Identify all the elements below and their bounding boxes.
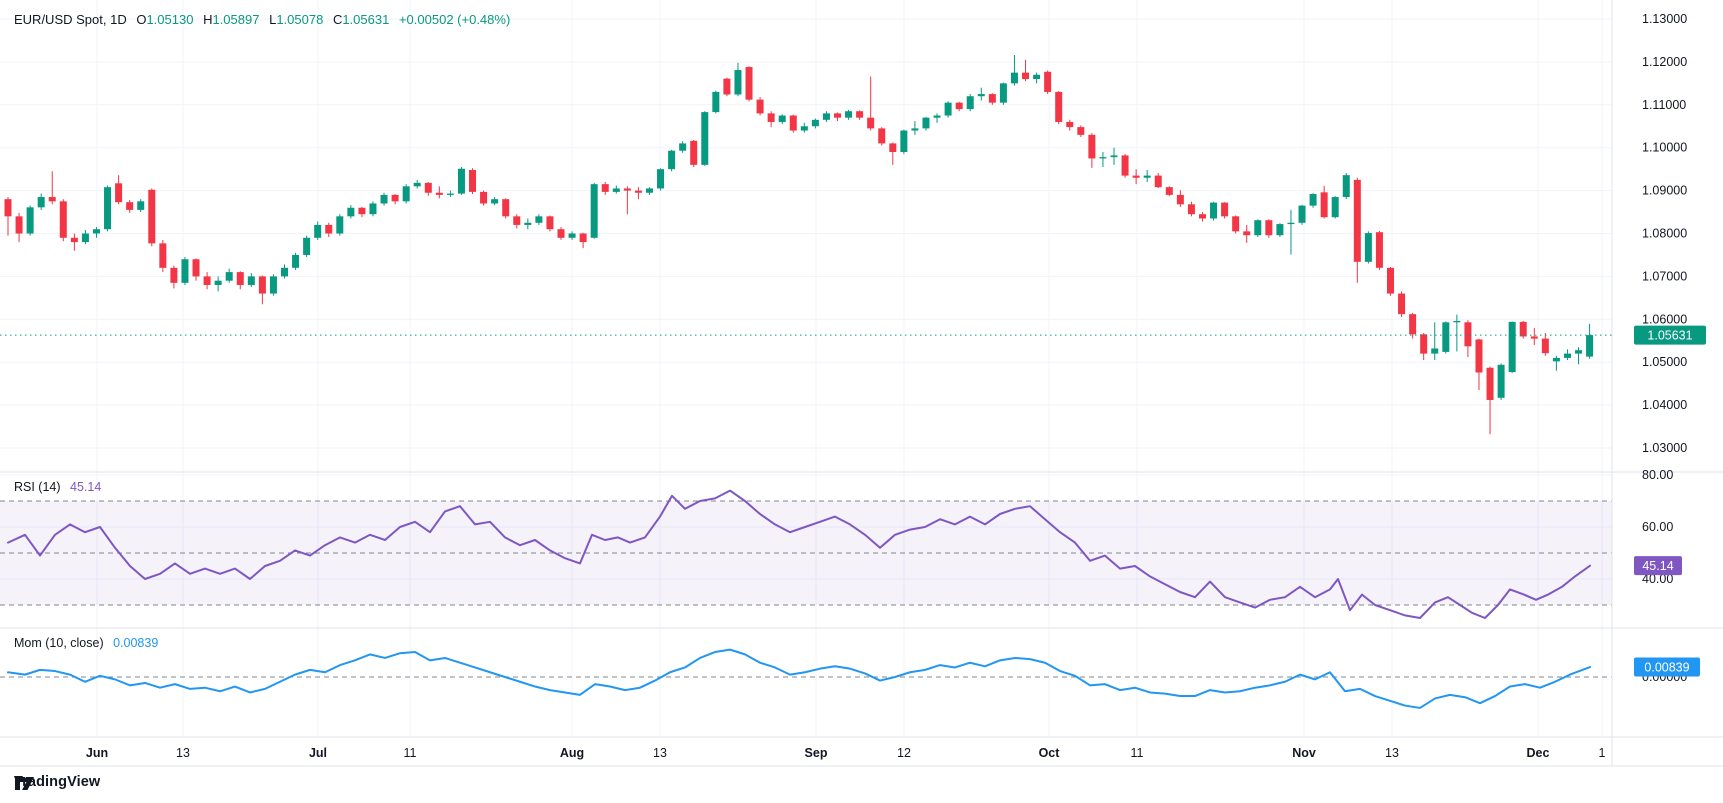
time-axis-label: 13 bbox=[1385, 746, 1399, 760]
tradingview-attribution[interactable]: TradingView bbox=[14, 774, 100, 790]
axis-label: 80.00 bbox=[1642, 468, 1673, 482]
last-price-badge: 1.05631 bbox=[1634, 326, 1706, 345]
axis-label: 1.07000 bbox=[1642, 269, 1687, 283]
chart-canvas[interactable]: 1.13000 1.12000 1.11000 1.10000 1.09000 1.080… bbox=[0, 0, 1723, 803]
axis-label: 1.06000 bbox=[1642, 312, 1687, 326]
rsi-band bbox=[0, 501, 1612, 605]
open-value: 1.05130 bbox=[146, 12, 193, 27]
price-axis[interactable]: 1.13000 1.12000 1.11000 1.10000 1.09000 1.080… bbox=[1642, 12, 1687, 684]
time-axis[interactable]: Jun 13 Jul 11 Aug 13 Sep 12 Oct 11 Nov 13 Dec 1 bbox=[86, 746, 1606, 760]
symbol-title[interactable]: EUR/USD Spot, 1D bbox=[14, 12, 127, 27]
svg-text:1.05631: 1.05631 bbox=[1647, 329, 1692, 343]
gridlines bbox=[0, 0, 1612, 737]
mom-value: 0.00839 bbox=[113, 636, 158, 650]
time-axis-label: 12 bbox=[897, 746, 911, 760]
time-axis-label: 11 bbox=[404, 746, 417, 760]
close-value: 1.05631 bbox=[342, 12, 389, 27]
low-value: 1.05078 bbox=[276, 12, 323, 27]
tradingview-chart-window: 1.13000 1.12000 1.11000 1.10000 1.09000 1.080… bbox=[0, 0, 1723, 803]
mom-indicator-title[interactable]: Mom (10, close) bbox=[14, 636, 104, 650]
time-axis-label: Jun bbox=[86, 746, 108, 760]
time-axis-label: Jul bbox=[309, 746, 327, 760]
mom-legend: Mom (10, close) 0.00839 bbox=[14, 636, 158, 650]
mom-line bbox=[8, 650, 1590, 708]
time-axis-label: Oct bbox=[1039, 746, 1061, 760]
change-value: +0.00502 (+0.48%) bbox=[399, 12, 510, 27]
tradingview-logo-icon bbox=[14, 774, 35, 793]
time-axis-label: 13 bbox=[176, 746, 190, 760]
close-label: C bbox=[333, 12, 342, 27]
axis-label: 1.10000 bbox=[1642, 141, 1687, 155]
high-value: 1.05897 bbox=[212, 12, 259, 27]
candlestick-series[interactable] bbox=[5, 55, 1594, 434]
axis-label: 1.11000 bbox=[1642, 98, 1686, 112]
svg-text:0.00839: 0.00839 bbox=[1644, 661, 1689, 675]
time-axis-label: Sep bbox=[805, 746, 828, 760]
axis-label: 1.09000 bbox=[1642, 184, 1687, 198]
axis-label: 1.03000 bbox=[1642, 441, 1687, 455]
rsi-value: 45.14 bbox=[70, 480, 101, 494]
time-axis-label: Dec bbox=[1527, 746, 1550, 760]
axis-label: 60.00 bbox=[1642, 520, 1673, 534]
time-axis-label: 1 bbox=[1599, 746, 1606, 760]
time-axis-label: 11 bbox=[1131, 746, 1144, 760]
rsi-legend: RSI (14) 45.14 bbox=[14, 480, 101, 494]
time-axis-label: Aug bbox=[560, 746, 584, 760]
axis-label: 1.13000 bbox=[1642, 12, 1687, 26]
axis-label: 1.04000 bbox=[1642, 398, 1687, 412]
time-axis-label: 13 bbox=[653, 746, 667, 760]
rsi-value-badge: 45.14 bbox=[1634, 556, 1682, 575]
ohlc-legend: EUR/USD Spot, 1D O1.05130 H1.05897 L1.05… bbox=[14, 12, 510, 27]
svg-text:45.14: 45.14 bbox=[1642, 559, 1673, 573]
mom-value-badge: 0.00839 bbox=[1634, 658, 1700, 677]
axis-label: 1.08000 bbox=[1642, 227, 1687, 241]
axis-label: 1.12000 bbox=[1642, 55, 1687, 69]
open-label: O bbox=[136, 12, 146, 27]
time-axis-label: Nov bbox=[1292, 746, 1316, 760]
rsi-indicator-title[interactable]: RSI (14) bbox=[14, 480, 61, 494]
axis-label: 1.05000 bbox=[1642, 355, 1687, 369]
